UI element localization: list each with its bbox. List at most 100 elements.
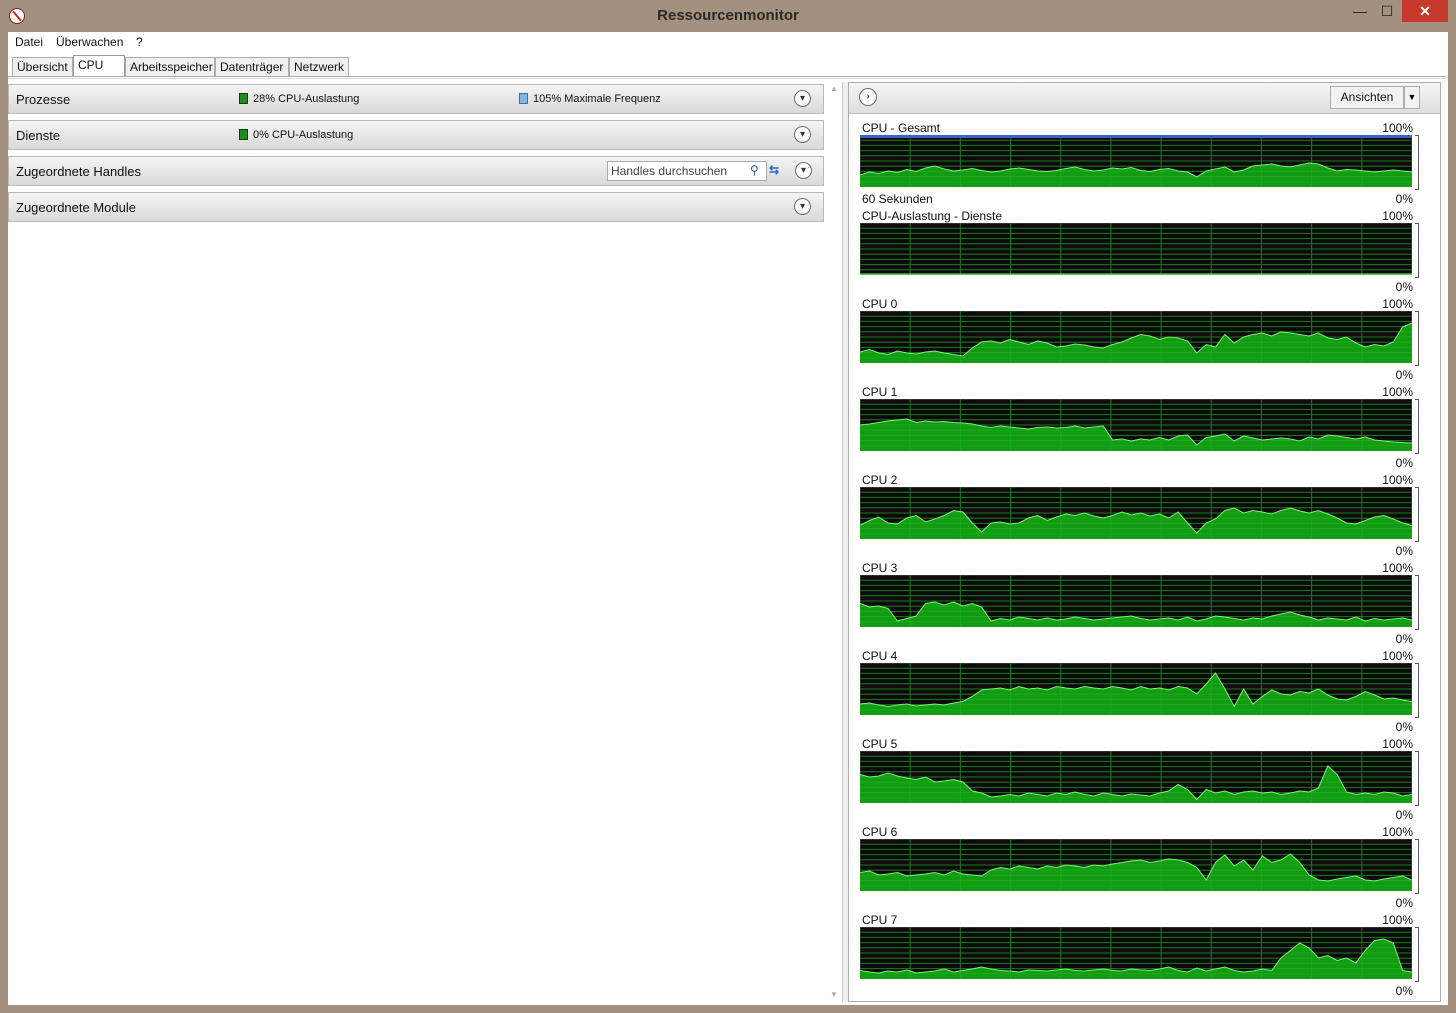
graph-max-label: 100% (1382, 473, 1413, 487)
menu-bar: Datei Überwachen ? (8, 32, 1448, 52)
refresh-icon[interactable]: ⇆ (769, 163, 785, 177)
cpu-graph: CPU 5 100% 0% (860, 737, 1419, 823)
menu-help[interactable]: ? (136, 35, 143, 49)
tab-overview[interactable]: Übersicht (12, 57, 73, 76)
section-services[interactable]: Dienste 0% CPU-Auslastung ▾ (8, 120, 824, 150)
processes-max-frequency: 105% Maximale Frequenz (519, 93, 661, 105)
graph-title: CPU 2 (862, 473, 898, 487)
graph-min-label: 0% (1395, 720, 1413, 734)
graph-max-label: 100% (1382, 385, 1413, 399)
cpu-graph: CPU 3 100% 0% (860, 561, 1419, 647)
cpu-graph: CPU 2 100% 0% (860, 473, 1419, 559)
graph-title: CPU 0 (862, 297, 898, 311)
scroll-down-icon[interactable]: ▼ (830, 990, 838, 999)
graph-max-label: 100% (1382, 649, 1413, 663)
close-button[interactable]: ✕ (1402, 0, 1448, 22)
graph-min-label: 0% (1395, 808, 1413, 822)
cpu-usage-plot (860, 311, 1412, 363)
graph-scale-bracket (1415, 927, 1419, 982)
max-frequency-legend-icon (519, 93, 528, 104)
cpu-usage-legend-icon (239, 129, 248, 140)
graph-max-label: 100% (1382, 297, 1413, 311)
title-bar: Ressourcenmonitor — ☐ ✕ (0, 0, 1456, 32)
chevron-down-icon[interactable]: ▾ (794, 198, 811, 215)
cpu-graph: CPU 1 100% 0% (860, 385, 1419, 471)
tab-memory[interactable]: Arbeitsspeicher (125, 57, 215, 76)
left-scrollbar[interactable]: ▲ ▼ (830, 82, 840, 1002)
graph-min-label: 0% (1395, 896, 1413, 910)
graph-max-label: 100% (1382, 209, 1413, 223)
chevron-down-icon[interactable]: ▾ (795, 162, 812, 179)
graph-max-label: 100% (1382, 121, 1413, 135)
scroll-up-icon[interactable]: ▲ (830, 84, 838, 93)
window-title: Ressourcenmonitor (657, 7, 799, 24)
cpu-usage-plot (860, 135, 1412, 187)
graph-scale-bracket (1415, 135, 1419, 190)
chevron-down-icon[interactable]: ▾ (794, 126, 811, 143)
graph-max-label: 100% (1382, 737, 1413, 751)
graph-scale-bracket (1415, 575, 1419, 630)
graph-time-caption: 60 Sekunden (862, 192, 933, 206)
tab-network[interactable]: Netzwerk (289, 57, 349, 76)
section-handles[interactable]: Zugeordnete Handles Handles durchsuchen … (8, 156, 824, 186)
services-cpu-usage-text: 0% CPU-Auslastung (253, 129, 354, 141)
section-processes[interactable]: Prozesse 28% CPU-Auslastung 105% Maximal… (8, 84, 824, 114)
section-modules-label: Zugeordnete Module (16, 200, 136, 215)
cpu-usage-plot (860, 927, 1412, 979)
tab-divider (8, 76, 1446, 77)
cpu-usage-plot (860, 839, 1412, 891)
graph-scale-bracket (1415, 487, 1419, 542)
maximize-button[interactable]: ☐ (1372, 0, 1402, 22)
graph-min-label: 0% (1395, 280, 1413, 294)
cpu-graph: CPU 7 100% 0% (860, 913, 1419, 999)
graph-max-label: 100% (1382, 913, 1413, 927)
section-modules[interactable]: Zugeordnete Module ▾ (8, 192, 824, 222)
collapse-graphs-icon[interactable]: › (859, 88, 877, 106)
cpu-graph: CPU 0 100% 0% (860, 297, 1419, 383)
section-services-label: Dienste (16, 128, 61, 143)
cpu-usage-plot (860, 399, 1412, 451)
client-area: Datei Überwachen ? Übersicht CPU Arbeits… (8, 32, 1448, 1005)
tab-cpu[interactable]: CPU (73, 55, 125, 76)
cpu-graph: CPU - Gesamt 100% 0% 60 Sekunden (860, 121, 1419, 207)
graph-title: CPU 3 (862, 561, 898, 575)
chevron-down-icon[interactable]: ▾ (794, 90, 811, 107)
graph-scale-bracket (1415, 663, 1419, 718)
cpu-usage-plot (860, 223, 1412, 275)
processes-max-frequency-text: 105% Maximale Frequenz (533, 93, 661, 105)
cpu-graph: CPU 6 100% 0% (860, 825, 1419, 911)
graph-min-label: 0% (1395, 984, 1413, 998)
views-button[interactable]: Ansichten (1330, 86, 1404, 109)
cpu-usage-plot (860, 487, 1412, 539)
resource-monitor-window: Ressourcenmonitor — ☐ ✕ Datei Überwachen… (0, 0, 1456, 1013)
graph-title: CPU 6 (862, 825, 898, 839)
menu-monitor[interactable]: Überwachen (56, 35, 123, 49)
views-dropdown-icon[interactable]: ▼ (1404, 86, 1420, 109)
cpu-usage-plot (860, 575, 1412, 627)
graph-title: CPU 7 (862, 913, 898, 927)
graph-title: CPU 4 (862, 649, 898, 663)
graph-title: CPU 5 (862, 737, 898, 751)
graph-min-label: 0% (1395, 632, 1413, 646)
cpu-graph: CPU-Auslastung - Dienste 100% 0% (860, 209, 1419, 295)
tab-disk[interactable]: Datenträger (215, 57, 289, 76)
cpu-usage-plot (860, 751, 1412, 803)
graph-max-label: 100% (1382, 825, 1413, 839)
graph-title: CPU 1 (862, 385, 898, 399)
graph-scale-bracket (1415, 839, 1419, 894)
graph-scale-bracket (1415, 399, 1419, 454)
graphs-pane: › Ansichten ▼ CPU - Gesamt 100% 0% 60 Sekun… (848, 82, 1441, 1002)
search-icon[interactable]: ⚲ (750, 163, 764, 177)
menu-file[interactable]: Datei (15, 35, 43, 49)
section-processes-label: Prozesse (16, 92, 71, 107)
graph-max-label: 100% (1382, 561, 1413, 575)
sections-pane: Prozesse 28% CPU-Auslastung 105% Maximal… (8, 82, 824, 1002)
cpu-usage-plot (860, 663, 1412, 715)
minimize-button[interactable]: — (1345, 0, 1375, 22)
handles-search-input[interactable]: Handles durchsuchen (607, 161, 767, 181)
graph-min-label: 0% (1395, 544, 1413, 558)
tab-divider-shadow (8, 78, 1446, 79)
right-scrollbar[interactable] (1443, 82, 1449, 1002)
processes-cpu-usage: 28% CPU-Auslastung (239, 93, 359, 105)
graph-scale-bracket (1415, 311, 1419, 366)
